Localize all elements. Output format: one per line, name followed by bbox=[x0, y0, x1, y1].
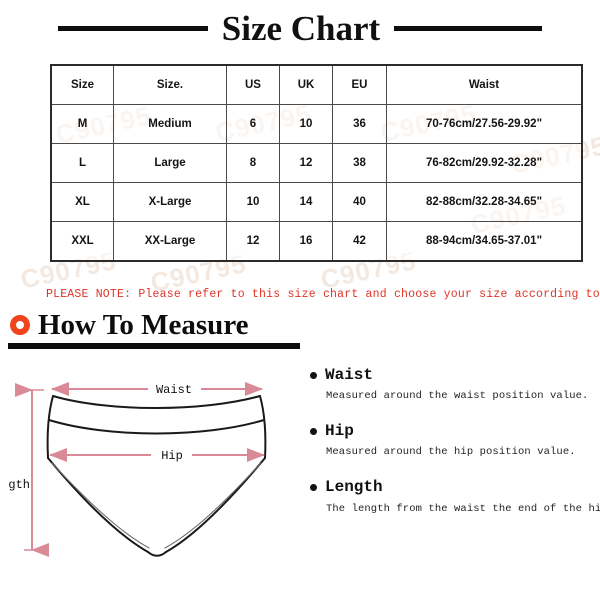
cell-size: M bbox=[50, 104, 114, 144]
cell-eu: 42 bbox=[332, 221, 387, 262]
bullet-dot-icon bbox=[310, 372, 317, 380]
size-chart-table: Size Size. US UK EU Waist M Medium 6 10 … bbox=[50, 64, 583, 262]
cell-uk: 14 bbox=[279, 182, 333, 222]
measure-title-length: Length bbox=[310, 478, 595, 497]
ring-bullet-icon bbox=[10, 315, 30, 335]
hip-arrow-label: Hip bbox=[161, 449, 183, 463]
cell-size-name: XX-Large bbox=[113, 221, 227, 262]
cell-eu: 40 bbox=[332, 182, 387, 222]
how-to-measure-heading: How To Measure bbox=[0, 309, 600, 341]
title-text: Size Chart bbox=[221, 8, 381, 48]
cell-us: 10 bbox=[226, 182, 280, 222]
page-title: Size Chart bbox=[0, 4, 600, 52]
cell-size: XL bbox=[50, 182, 114, 222]
cell-us: 8 bbox=[226, 143, 280, 183]
cell-uk: 10 bbox=[279, 104, 333, 144]
measure-item-waist: Waist Measured around the waist position… bbox=[310, 366, 595, 402]
measure-title-waist: Waist bbox=[310, 366, 595, 385]
length-arrow-label: Length bbox=[8, 478, 30, 492]
measure-label: Waist bbox=[325, 366, 374, 384]
cell-uk: 16 bbox=[279, 221, 333, 262]
measure-title-hip: Hip bbox=[310, 422, 595, 441]
measure-item-hip: Hip Measured around the hip position val… bbox=[310, 422, 595, 458]
measurement-descriptions: Waist Measured around the waist position… bbox=[310, 366, 600, 535]
waist-arrow-label: Waist bbox=[156, 383, 192, 397]
cell-waist: 82-88cm/32.28-34.65" bbox=[386, 182, 583, 222]
heading-underline bbox=[8, 343, 300, 349]
measure-item-length: Length The length from the waist the end… bbox=[310, 478, 600, 515]
length-measure-arrow: Length bbox=[8, 383, 49, 557]
please-note-text: PLEASE NOTE: Please refer to this size c… bbox=[46, 288, 600, 301]
how-to-measure-title: How To Measure bbox=[38, 308, 249, 341]
cell-waist: 70-76cm/27.56-29.92" bbox=[386, 104, 583, 144]
cell-eu: 38 bbox=[332, 143, 387, 183]
measure-label: Hip bbox=[325, 422, 354, 441]
header-cell-waist: Waist bbox=[386, 64, 583, 105]
title-rule-right bbox=[394, 25, 543, 31]
cell-waist: 76-82cm/29.92-32.28" bbox=[386, 143, 583, 183]
header-cell-size: Size bbox=[50, 64, 114, 105]
bullet-dot-icon bbox=[310, 428, 317, 436]
table-row: M Medium 6 10 36 70-76cm/27.56-29.92" bbox=[50, 104, 583, 144]
title-rule-left bbox=[57, 25, 208, 31]
header-cell-size2: Size. bbox=[113, 64, 227, 105]
cell-us: 12 bbox=[226, 221, 280, 262]
header-cell-us: US bbox=[226, 64, 280, 105]
cell-eu: 36 bbox=[332, 104, 387, 144]
measure-description: The length from the waist the end of the… bbox=[326, 502, 600, 515]
how-to-measure-section: How To Measure bbox=[0, 309, 600, 349]
measure-label: Length bbox=[325, 478, 383, 497]
cell-size: L bbox=[50, 143, 114, 183]
cell-size-name: Medium bbox=[113, 104, 227, 144]
cell-size-name: Large bbox=[113, 143, 227, 183]
measure-description: Measured around the hip position value. bbox=[326, 446, 576, 459]
table-row: XL X-Large 10 14 40 82-88cm/32.28-34.65" bbox=[50, 182, 583, 222]
table-header-row: Size Size. US UK EU Waist bbox=[50, 64, 583, 105]
cell-uk: 12 bbox=[279, 143, 333, 183]
cell-waist: 88-94cm/34.65-37.01" bbox=[386, 221, 583, 262]
bullet-dot-icon bbox=[310, 484, 317, 492]
hip-measure-arrow: Hip bbox=[49, 448, 265, 463]
garment-outline bbox=[46, 395, 267, 557]
header-cell-uk: UK bbox=[279, 64, 333, 105]
waist-measure-arrow: Waist bbox=[51, 382, 263, 397]
garment-diagram-svg: Waist Hip Length bbox=[8, 382, 267, 557]
table-row: XXL XX-Large 12 16 42 88-94cm/34.65-37.0… bbox=[50, 221, 583, 262]
garment-diagram: Waist Hip Length bbox=[8, 380, 308, 580]
measure-description: Measured around the waist position value… bbox=[326, 390, 589, 403]
header-cell-eu: EU bbox=[332, 64, 387, 105]
cell-size-name: X-Large bbox=[113, 182, 227, 222]
table-row: L Large 8 12 38 76-82cm/29.92-32.28" bbox=[50, 143, 583, 183]
cell-size: XXL bbox=[50, 221, 114, 262]
cell-us: 6 bbox=[226, 104, 280, 144]
